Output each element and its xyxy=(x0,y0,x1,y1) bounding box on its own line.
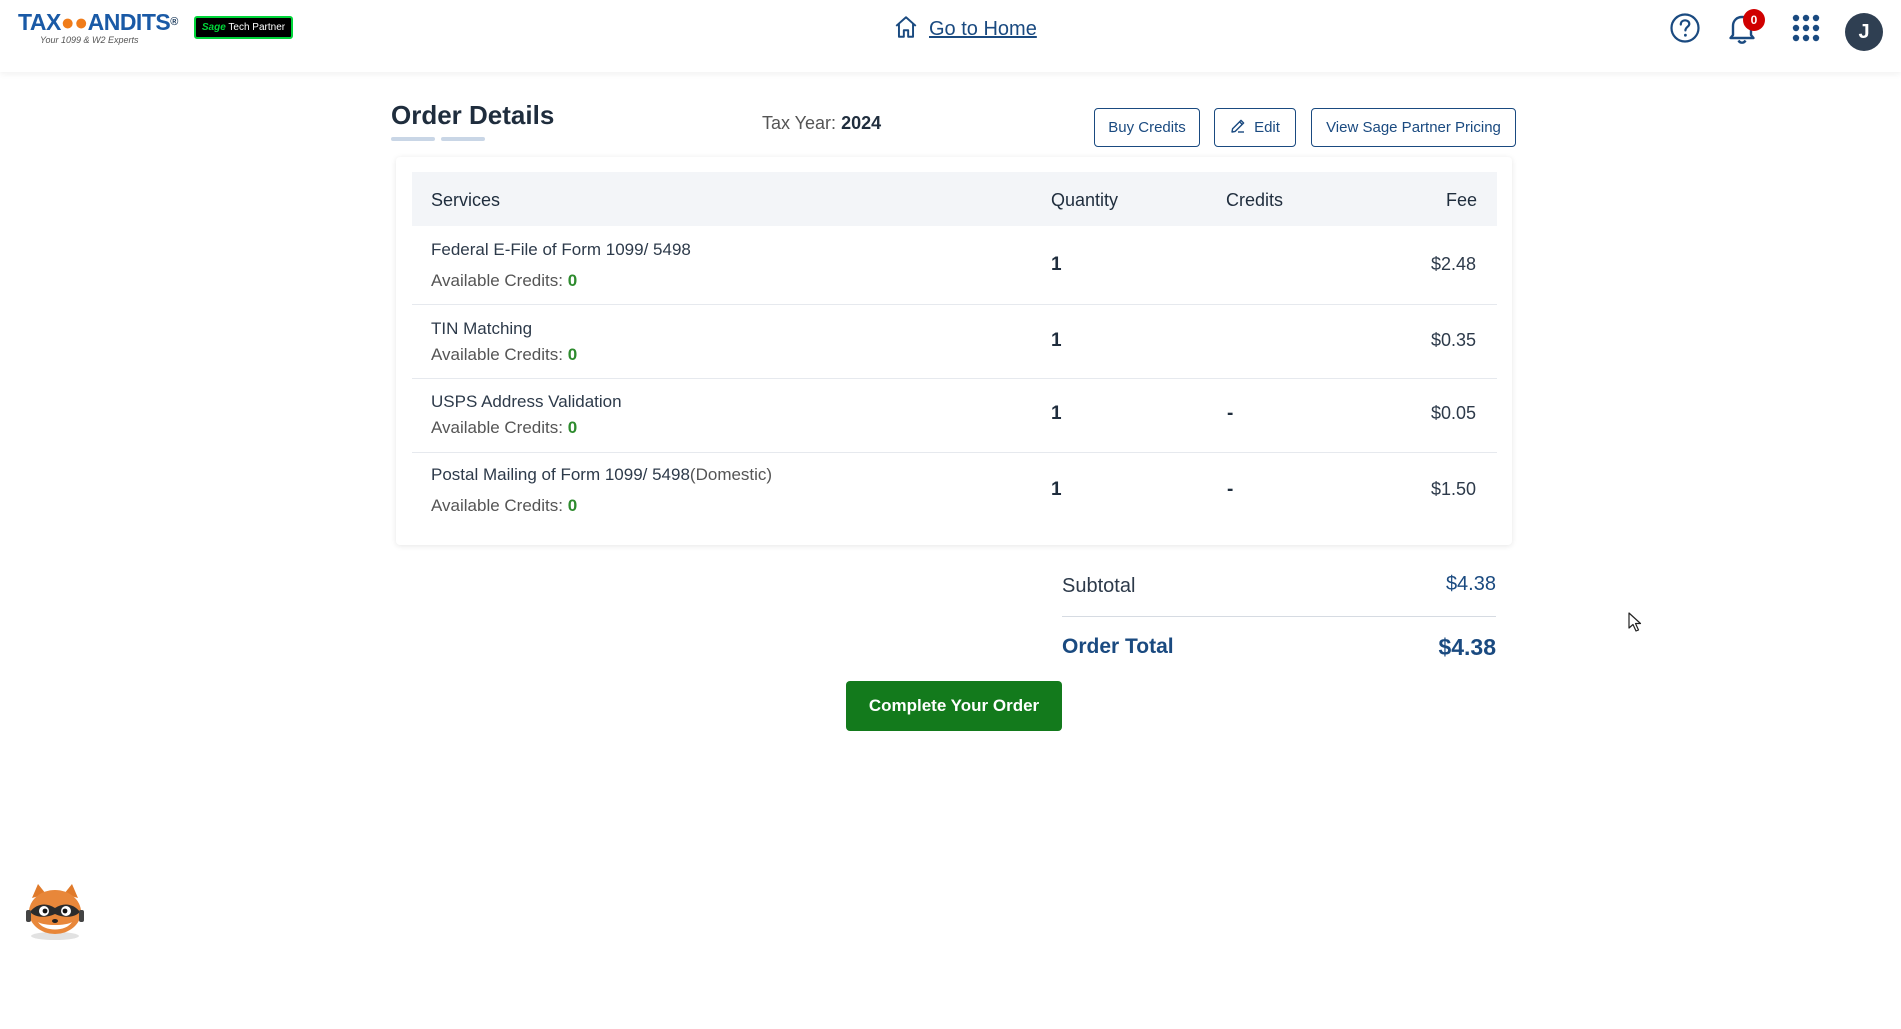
column-header-services: Services xyxy=(431,190,501,210)
available-credits: Available Credits: 0 xyxy=(431,496,578,515)
title-underline-1 xyxy=(391,137,435,141)
available-credits: Available Credits: 0 xyxy=(431,418,578,437)
complete-your-order-button[interactable]: Complete Your Order xyxy=(846,681,1062,731)
available-credits-count: 0 xyxy=(567,418,578,437)
subtotal-value: $4.38 xyxy=(1445,573,1496,595)
notification-count-badge: 0 xyxy=(1743,9,1765,31)
available-credits-count: 0 xyxy=(567,496,578,515)
column-header-quantity: Quantity xyxy=(1051,190,1119,210)
apps-menu-button[interactable] xyxy=(1789,13,1823,47)
mouse-cursor-icon xyxy=(1628,612,1642,632)
available-credits-count: 0 xyxy=(567,345,578,364)
user-avatar[interactable]: J xyxy=(1845,13,1883,51)
help-button[interactable] xyxy=(1668,13,1702,47)
chatbot-launcher[interactable] xyxy=(22,880,88,942)
service-name: Federal E-File of Form 1099/ 5498 xyxy=(431,240,691,259)
available-credits-count: 0 xyxy=(567,271,578,290)
quantity-value: 1 xyxy=(1051,479,1062,500)
available-credits: Available Credits: 0 xyxy=(431,271,578,290)
notifications-button[interactable]: 0 xyxy=(1725,9,1765,47)
row-divider xyxy=(412,304,1497,305)
edit-button[interactable]: Edit xyxy=(1214,108,1296,147)
help-icon xyxy=(1669,12,1701,48)
home-icon xyxy=(893,14,919,44)
subtotal-label: Subtotal xyxy=(1062,575,1136,597)
fee-value: $0.05 xyxy=(1430,403,1476,423)
top-header: TAX●●ANDITS® Your 1099 & W2 Experts Sage… xyxy=(0,0,1901,72)
fee-value: $1.50 xyxy=(1430,479,1476,499)
view-sage-partner-pricing-button[interactable]: View Sage Partner Pricing xyxy=(1311,108,1516,147)
taxbandits-logo[interactable]: TAX●●ANDITS® Your 1099 & W2 Experts xyxy=(18,10,183,46)
edit-label: Edit xyxy=(1254,119,1280,136)
raccoon-mascot-icon xyxy=(22,884,88,946)
service-name-suffix: (Domestic) xyxy=(689,465,773,484)
order-total-label: Order Total xyxy=(1062,635,1174,658)
row-divider xyxy=(412,378,1497,379)
pencil-icon xyxy=(1230,118,1246,138)
title-underline-2 xyxy=(441,137,485,141)
apps-grid-icon xyxy=(1792,14,1820,46)
page-title: Order Details xyxy=(391,100,555,130)
buy-credits-button[interactable]: Buy Credits xyxy=(1094,108,1200,147)
service-name: USPS Address Validation xyxy=(431,392,622,411)
table-header: Services Quantity Credits Fee xyxy=(412,172,1497,226)
row-divider xyxy=(412,452,1497,453)
sage-tech-partner-badge: Sage Tech Partner xyxy=(194,16,293,39)
quantity-value: 1 xyxy=(1051,330,1062,351)
tax-year-value: 2024 xyxy=(841,113,882,133)
go-to-home-link[interactable]: Go to Home xyxy=(893,14,1037,44)
column-header-fee: Fee xyxy=(1445,190,1477,210)
credits-value: - xyxy=(1227,403,1234,424)
tax-year: Tax Year: 2024 xyxy=(762,113,882,133)
fee-value: $2.48 xyxy=(1430,254,1476,274)
service-name: Postal Mailing of Form 1099/ 5498(Domest… xyxy=(431,465,773,484)
logo-wordmark: TAX●●ANDITS® xyxy=(18,9,178,35)
column-header-credits: Credits xyxy=(1226,190,1284,210)
go-to-home-label: Go to Home xyxy=(929,17,1037,40)
service-name: TIN Matching xyxy=(431,319,533,338)
quantity-value: 1 xyxy=(1051,403,1062,424)
credits-value: - xyxy=(1227,479,1234,500)
fee-value: $0.35 xyxy=(1430,330,1476,350)
totals-divider xyxy=(1062,616,1496,617)
available-credits: Available Credits: 0 xyxy=(431,345,578,364)
order-total-value: $4.38 xyxy=(1438,634,1496,660)
logo-tagline: Your 1099 & W2 Experts xyxy=(40,35,139,45)
quantity-value: 1 xyxy=(1051,254,1062,275)
